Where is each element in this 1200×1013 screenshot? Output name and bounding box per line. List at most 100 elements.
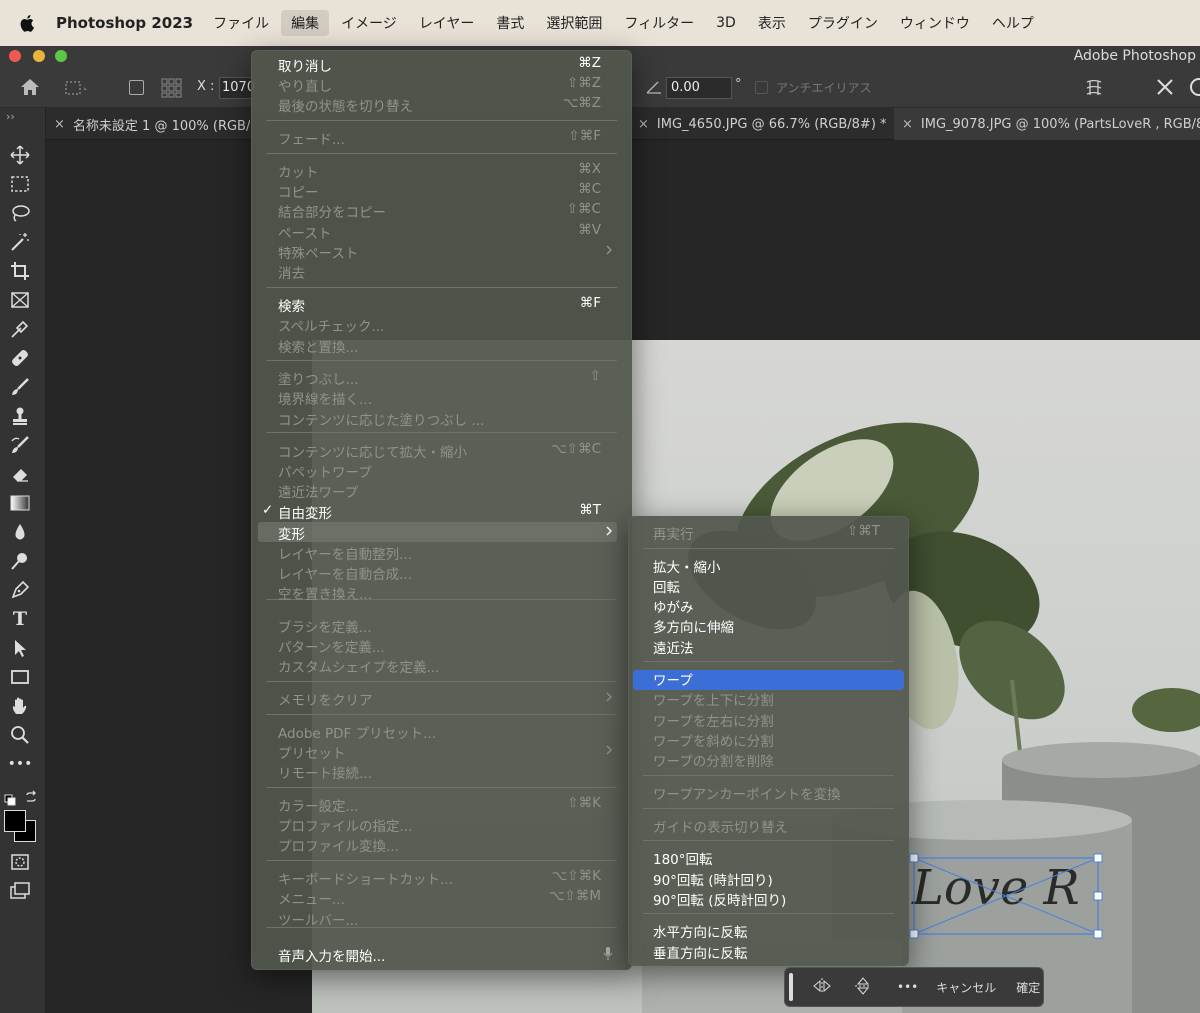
app-name[interactable]: Photoshop 2023	[56, 14, 193, 32]
edit-menu-item[interactable]: メニュー... ⌥⇧⌘M	[252, 887, 631, 908]
edit-menu-item[interactable]: カット ⌘X	[252, 160, 631, 181]
menu-filter[interactable]: フィルター	[614, 10, 704, 36]
edit-menu-item[interactable]: レイヤーを自動整列...	[252, 542, 631, 563]
reference-point-grid-icon[interactable]	[161, 78, 183, 102]
commit-transform-icon[interactable]	[1190, 78, 1200, 96]
transform-menu-item[interactable]: 垂直方向に反転	[629, 941, 908, 962]
cancel-button[interactable]: キャンセル	[936, 979, 996, 996]
transform-menu-item[interactable]: 水平方向に反転	[629, 920, 908, 941]
edit-menu-item[interactable]: 取り消し ⌘Z	[252, 54, 631, 75]
transform-menu-item[interactable]: ガイドの表示切り替え	[629, 815, 908, 836]
default-colors-icon[interactable]	[4, 791, 16, 810]
zoom-tool-icon[interactable]	[9, 724, 31, 746]
transform-menu-item[interactable]: 90°回転 (反時計回り)	[629, 888, 908, 909]
edit-menu-item[interactable]: ツールバー...	[252, 908, 631, 929]
drag-handle[interactable]	[789, 973, 793, 1001]
edit-menu-item[interactable]: コンテンツに応じて拡大・縮小 ⌥⇧⌘C	[252, 440, 631, 461]
edit-menu-item[interactable]: 特殊ペースト	[252, 241, 631, 262]
edit-menu-item[interactable]: Adobe PDF プリセット...	[252, 721, 631, 742]
flip-vertical-icon[interactable]	[855, 976, 871, 998]
angle-input[interactable]: 0.00	[666, 77, 732, 99]
edit-menu-item[interactable]: カラー設定... ⇧⌘K	[252, 794, 631, 815]
stamp-tool-icon[interactable]	[9, 405, 31, 427]
edit-menu-item[interactable]: 最後の状態を切り替え ⌥⌘Z	[252, 94, 631, 115]
eyedropper-tool-icon[interactable]	[9, 318, 31, 340]
menu-type[interactable]: 書式	[486, 10, 534, 36]
lasso-tool-icon[interactable]	[9, 202, 31, 224]
menu-select[interactable]: 選択範囲	[536, 10, 612, 36]
edit-menu-item[interactable]: キーボードショートカット... ⌥⇧⌘K	[252, 867, 631, 888]
edit-menu-item[interactable]: 塗りつぶし... ⇧	[252, 367, 631, 388]
close-tab-icon[interactable]: ×	[638, 117, 649, 132]
commit-button[interactable]: 確定	[1016, 979, 1040, 996]
collapse-panel-icon[interactable]: ››	[6, 110, 15, 123]
edit-menu-item[interactable]: コピー ⌘C	[252, 180, 631, 201]
edit-menu-item[interactable]: ✓ 自由変形 ⌘T	[252, 501, 631, 522]
edit-menu-item[interactable]: スペルチェック...	[252, 314, 631, 335]
edit-menu-item[interactable]: プリセット	[252, 741, 631, 762]
transform-menu-item[interactable]: 拡大・縮小	[629, 555, 908, 576]
tab-document-1[interactable]: × 名称未設定 1 @ 100% (RGB/	[46, 108, 250, 140]
close-tab-icon[interactable]: ×	[54, 117, 65, 132]
transform-bounding-box[interactable]	[908, 852, 1108, 942]
type-tool-icon[interactable]: T	[9, 608, 31, 630]
transform-menu-item[interactable]: 90°回転 (時計回り)	[629, 868, 908, 889]
edit-menu-item[interactable]: 変形	[252, 522, 631, 543]
edit-menu-item[interactable]: カスタムシェイプを定義...	[252, 655, 631, 676]
menu-image[interactable]: イメージ	[331, 10, 407, 36]
edit-menu-item[interactable]: ブラシを定義...	[252, 615, 631, 636]
crop-tool-icon[interactable]	[9, 260, 31, 282]
menu-file[interactable]: ファイル	[203, 10, 279, 36]
x-position-input[interactable]: 1070.	[219, 77, 255, 99]
brush-tool-icon[interactable]	[9, 376, 31, 398]
tab-document-2[interactable]: × IMG_4650.JPG @ 66.7% (RGB/8#) *	[630, 108, 894, 140]
edit-menu-item[interactable]: プロファイル変換...	[252, 834, 631, 855]
screen-mode-icon[interactable]	[9, 880, 31, 902]
transform-menu-item[interactable]: 回転	[629, 575, 908, 596]
reference-point-checkbox[interactable]	[129, 80, 144, 95]
edit-menu-item[interactable]: プロファイルの指定...	[252, 814, 631, 835]
edit-menu-item[interactable]: やり直し ⇧⌘Z	[252, 74, 631, 95]
zoom-window-button[interactable]	[55, 50, 67, 62]
more-options-icon[interactable]: •••	[897, 980, 918, 994]
gradient-tool-icon[interactable]	[9, 492, 31, 514]
warp-mode-icon[interactable]	[1084, 78, 1104, 102]
edit-menu-item[interactable]: 空を置き換え...	[252, 582, 631, 603]
transform-menu-item[interactable]: ワープアンカーポイントを変換	[629, 782, 908, 803]
blur-tool-icon[interactable]	[9, 521, 31, 543]
edit-menu-item[interactable]: メモリをクリア	[252, 688, 631, 709]
healing-brush-tool-icon[interactable]	[9, 347, 31, 369]
close-tab-icon[interactable]: ×	[902, 117, 913, 132]
history-brush-tool-icon[interactable]	[9, 434, 31, 456]
edit-menu-item[interactable]: パペットワープ	[252, 460, 631, 481]
edit-menu-item[interactable]: 検索 ⌘F	[252, 294, 631, 315]
minimize-window-button[interactable]	[33, 50, 45, 62]
eraser-tool-icon[interactable]	[9, 463, 31, 485]
edit-menu-item[interactable]: 遠近法ワープ	[252, 480, 631, 501]
flip-horizontal-icon[interactable]	[813, 977, 831, 997]
menu-layer[interactable]: レイヤー	[409, 10, 485, 36]
cancel-transform-icon[interactable]	[1156, 78, 1174, 100]
edit-menu-item[interactable]: 消去	[252, 261, 631, 282]
swap-colors-icon[interactable]	[24, 789, 38, 808]
transform-menu-item[interactable]: 再実行 ⇧⌘T	[629, 522, 908, 543]
more-tools-icon[interactable]: •••	[8, 753, 33, 775]
quick-mask-icon[interactable]	[9, 851, 31, 873]
transform-menu-item[interactable]: ゆがみ	[629, 595, 908, 616]
menu-edit[interactable]: 編集	[281, 10, 330, 36]
dodge-tool-icon[interactable]	[9, 550, 31, 572]
apple-logo-icon[interactable]	[20, 14, 38, 32]
edit-menu-item[interactable]: フェード... ⇧⌘F	[252, 127, 631, 148]
hand-tool-icon[interactable]	[9, 695, 31, 717]
pen-tool-icon[interactable]	[9, 579, 31, 601]
home-icon[interactable]	[20, 78, 40, 100]
antialias-checkbox[interactable]	[755, 81, 768, 94]
close-window-button[interactable]	[9, 50, 21, 62]
foreground-color-swatch[interactable]	[4, 810, 26, 832]
marquee-tool-icon[interactable]	[9, 173, 31, 195]
rectangle-tool-icon[interactable]	[9, 666, 31, 688]
transform-menu-item[interactable]: 180°回転	[629, 847, 908, 868]
transform-menu-item[interactable]: ワープの分割を削除	[629, 749, 908, 770]
transform-menu-item[interactable]: ワープ	[629, 668, 908, 689]
magic-wand-tool-icon[interactable]	[9, 231, 31, 253]
